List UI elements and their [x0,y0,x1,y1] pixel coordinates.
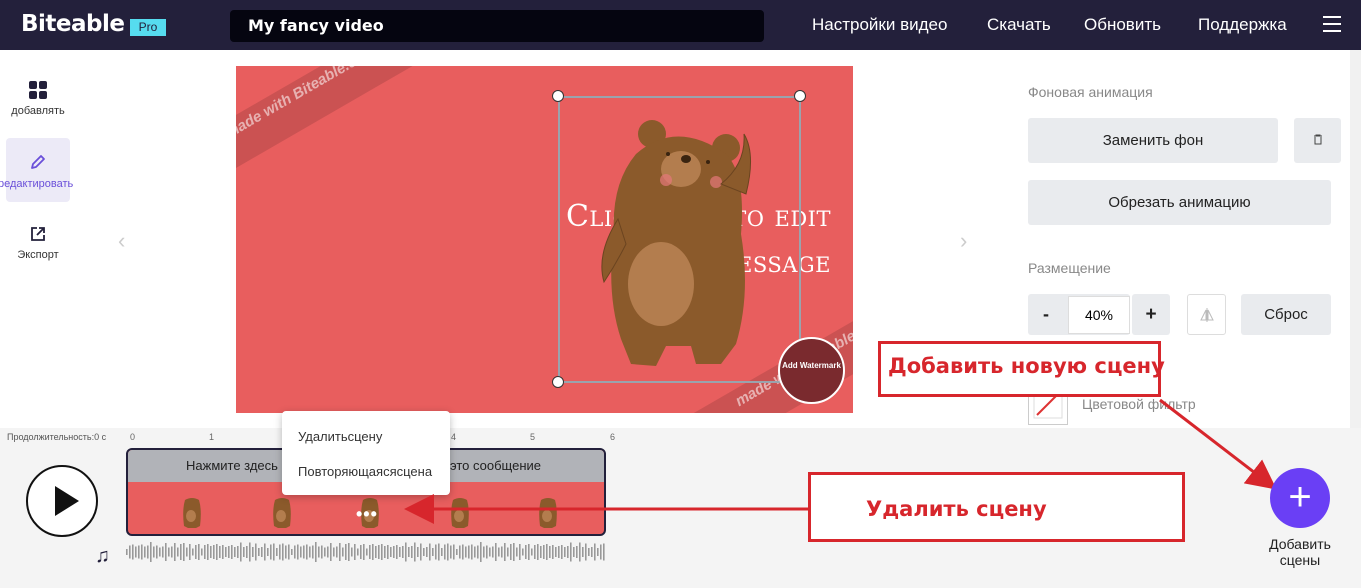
add-scene-label-line2: сцены [1279,552,1321,568]
add-scene-label: Добавить сцены [1254,536,1346,568]
annotation-add-new-scene: Добавить новую сцену [878,341,1165,397]
annotation-delete-scene: Удалить сцену [808,472,1185,542]
biteable-editor: Biteable Pro My fancy video Настройки ви… [0,0,1361,588]
add-scene-label-line1: Добавить [1269,536,1331,552]
add-scene-button[interactable]: + [1270,468,1330,528]
